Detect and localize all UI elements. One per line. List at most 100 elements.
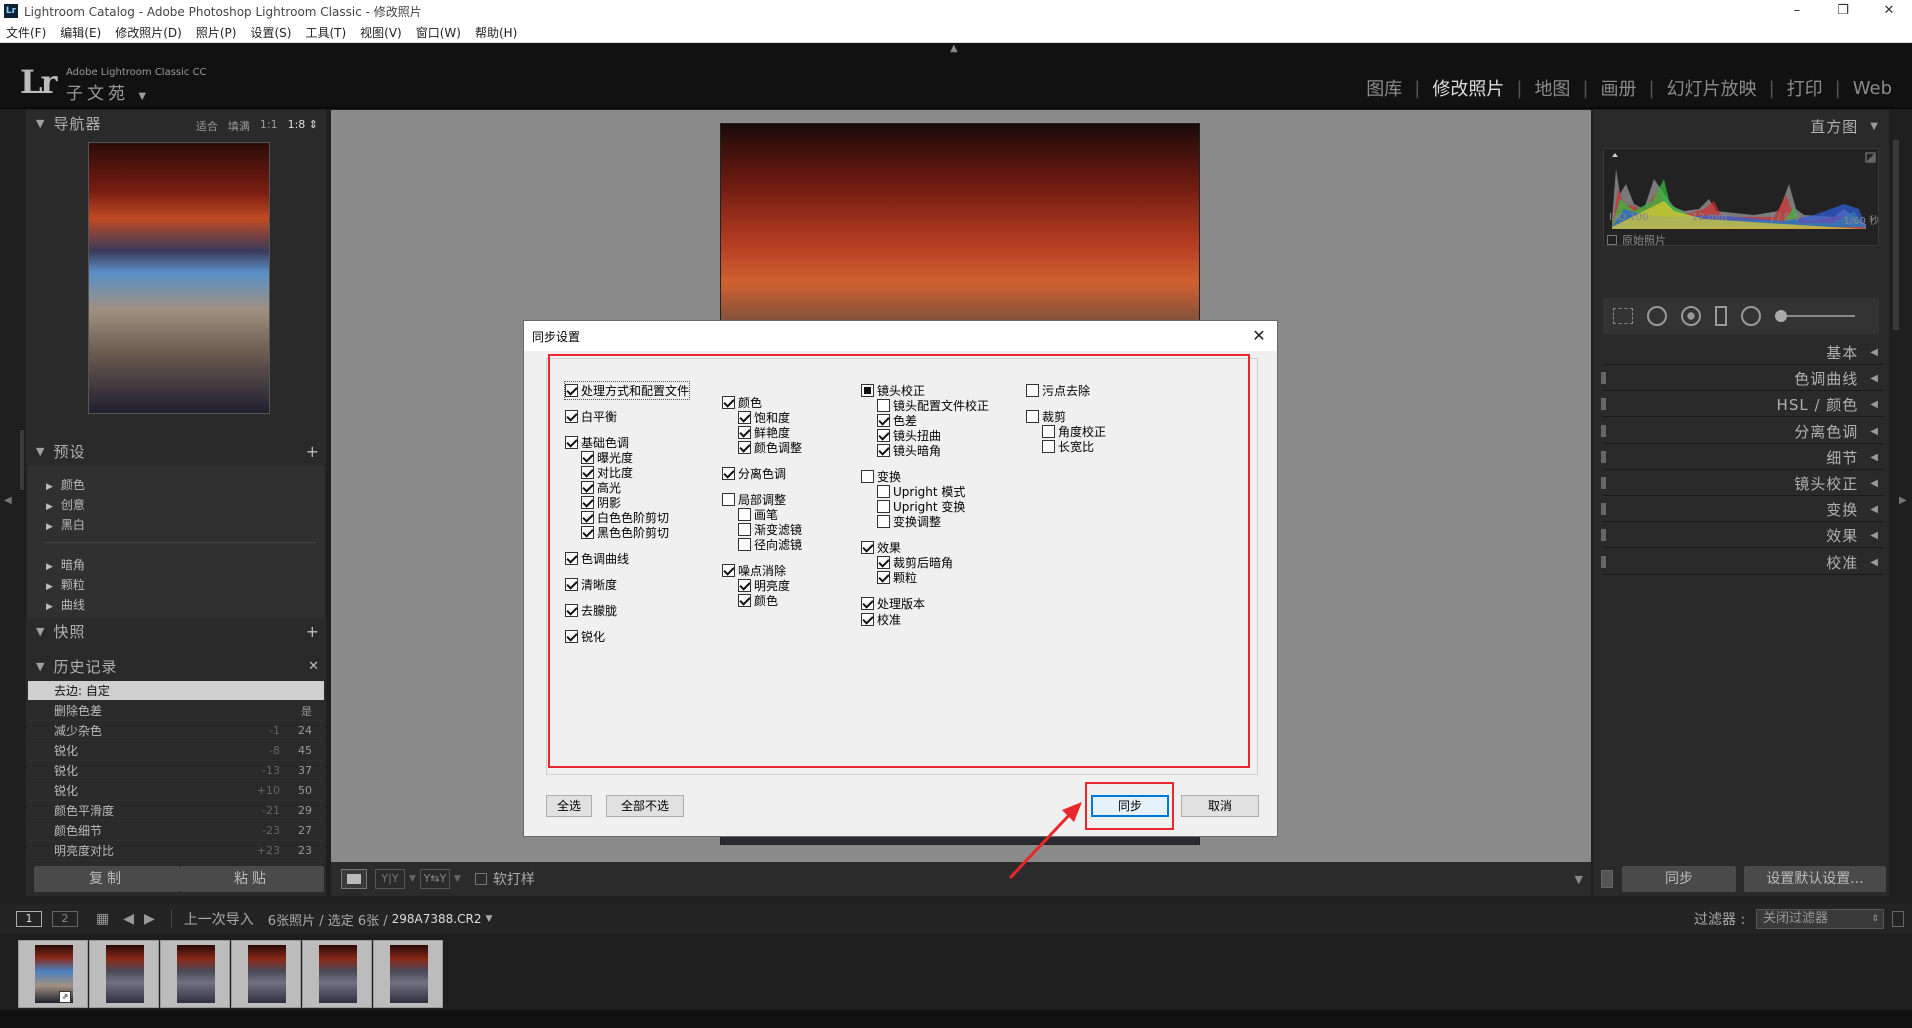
chevron-down-icon[interactable]: ▼	[485, 914, 492, 924]
menu-view[interactable]: 视图(V)	[360, 24, 402, 41]
secondary-window-tab[interactable]: 2	[52, 911, 78, 927]
filmstrip-thumbnail[interactable]	[302, 940, 372, 1008]
history-item[interactable]: 颜色平滑度 -21 29	[28, 801, 324, 821]
before-after-swap-icon[interactable]: Y⇆Y	[419, 869, 450, 889]
filmstrip-thumbnail[interactable]: ⇗	[18, 940, 88, 1008]
toolbar-menu-icon[interactable]: ▼	[1575, 873, 1583, 886]
panel-header-4[interactable]: 细节 ◀	[1826, 447, 1879, 468]
module-6[interactable]: Web	[1841, 78, 1904, 99]
panel-header-5[interactable]: 镜头校正 ◀	[1794, 473, 1879, 494]
panel-header-7[interactable]: 效果 ◀	[1826, 525, 1879, 546]
dialog-cancel-button[interactable]: 取消	[1181, 795, 1259, 817]
module-0[interactable]: 图库	[1354, 75, 1414, 101]
navigator-preview[interactable]	[88, 142, 270, 414]
menu-edit[interactable]: 编辑(E)	[60, 24, 101, 41]
crop-tool-icon[interactable]	[1613, 308, 1633, 324]
spot-removal-icon[interactable]	[1647, 306, 1667, 326]
select-all-button[interactable]: 全选	[546, 795, 592, 817]
zoom-fill[interactable]: 填满	[228, 118, 250, 134]
module-4[interactable]: 幻灯片放映	[1655, 75, 1769, 101]
panel-switch-icon[interactable]	[1601, 529, 1606, 542]
presets-header[interactable]: ▼ 预设 +	[26, 438, 326, 464]
history-item[interactable]: 删除色差是	[28, 701, 324, 721]
menu-photo[interactable]: 照片(P)	[196, 24, 237, 41]
loupe-view-icon[interactable]	[341, 869, 367, 889]
panel-switch-icon[interactable]	[1601, 450, 1606, 463]
zoom-fit[interactable]: 适合	[196, 118, 218, 134]
history-item[interactable]: 锐化 +10 50	[28, 781, 324, 801]
menu-file[interactable]: 文件(F)	[6, 24, 46, 41]
history-item[interactable]: 去边: 自定	[28, 681, 324, 701]
filter-lock-icon[interactable]	[1892, 911, 1904, 927]
dialog-close-icon[interactable]: ✕	[1247, 325, 1271, 347]
brush-slider[interactable]	[1775, 310, 1855, 322]
main-window-tab[interactable]: 1	[16, 911, 42, 927]
panel-switch-icon[interactable]	[1601, 424, 1606, 437]
source-label[interactable]: 上一次导入	[184, 909, 254, 929]
panel-switch-icon[interactable]	[1601, 398, 1606, 411]
left-panel-toggle-icon[interactable]: ◀	[4, 495, 12, 506]
sync-mode-switch-icon[interactable]	[1601, 870, 1613, 888]
panel-switch-icon[interactable]	[1601, 555, 1606, 568]
filmstrip-thumbnail[interactable]	[231, 940, 301, 1008]
preset-folder[interactable]: ▶ 创意	[46, 496, 85, 513]
menu-window[interactable]: 窗口(W)	[416, 24, 461, 41]
panel-switch-icon[interactable]	[1601, 372, 1606, 385]
restore-icon[interactable]: ❐	[1820, 0, 1866, 22]
panel-header-0[interactable]: 基本 ◀	[1826, 342, 1879, 363]
panel-header-8[interactable]: 校准 ◀	[1826, 552, 1879, 573]
radial-filter-icon[interactable]	[1741, 306, 1761, 326]
zoom-custom[interactable]: 1:8 ⇕	[288, 118, 318, 134]
snapshots-header[interactable]: ▼ 快照 +	[26, 618, 326, 644]
identity-plate-user[interactable]: 子文苑 ▼	[66, 79, 146, 104]
forward-arrow-icon[interactable]: ▶	[144, 911, 155, 927]
panel-header-6[interactable]: 变换 ◀	[1826, 499, 1879, 520]
sync-button[interactable]: 同步	[1622, 866, 1736, 892]
close-icon[interactable]: ✕	[1866, 0, 1912, 22]
graduated-filter-icon[interactable]	[1715, 306, 1727, 326]
add-snapshot-icon[interactable]: +	[306, 622, 320, 641]
filmstrip-thumbnail[interactable]	[373, 940, 443, 1008]
filmstrip-thumbnail[interactable]	[89, 940, 159, 1008]
paste-button[interactable]: 粘贴	[180, 866, 324, 892]
back-arrow-icon[interactable]: ◀	[123, 911, 134, 927]
menu-tools[interactable]: 工具(T)	[305, 24, 346, 41]
show-original-toggle[interactable]: 原始照片	[1607, 232, 1666, 248]
history-item[interactable]: 明亮度对比 +23 23	[28, 841, 324, 861]
filmstrip-thumbnail[interactable]	[160, 940, 230, 1008]
zoom-1-1[interactable]: 1:1	[260, 118, 278, 134]
preset-folder[interactable]: ▶ 黑白	[46, 516, 85, 533]
minimize-icon[interactable]: –	[1774, 0, 1820, 22]
chevron-down-icon[interactable]: ▼	[409, 874, 416, 884]
grid-view-icon[interactable]: ▦	[96, 911, 109, 927]
history-item[interactable]: 锐化 -8 45	[28, 741, 324, 761]
menu-develop[interactable]: 修改照片(D)	[115, 24, 182, 41]
select-none-button[interactable]: 全部不选	[606, 795, 684, 817]
panel-switch-icon[interactable]	[1601, 503, 1606, 516]
copy-button[interactable]: 复制	[34, 866, 180, 892]
filter-select[interactable]: 关闭过滤器 ⇕	[1756, 909, 1884, 929]
panel-header-2[interactable]: HSL / 颜色 ◀	[1777, 394, 1879, 415]
preset-folder[interactable]: ▶ 曲线	[46, 596, 85, 613]
histogram-header[interactable]: 直方图 ▼	[1810, 116, 1879, 137]
bottom-panel-toggle[interactable]	[0, 1010, 1912, 1028]
module-2[interactable]: 地图	[1522, 75, 1582, 101]
preset-folder[interactable]: ▶ 颜色	[46, 476, 85, 493]
panel-header-3[interactable]: 分离色调 ◀	[1794, 421, 1879, 442]
module-5[interactable]: 打印	[1775, 75, 1835, 101]
right-scrollbar[interactable]	[1893, 140, 1899, 330]
panel-header-1[interactable]: 色调曲线 ◀	[1794, 368, 1879, 389]
chevron-down-icon[interactable]: ▼	[454, 874, 461, 884]
set-defaults-button[interactable]: 设置默认设置...	[1744, 866, 1886, 892]
before-after-icon[interactable]: Y|Y	[375, 869, 405, 889]
preset-folder[interactable]: ▶ 暗角	[46, 556, 85, 573]
top-panel-toggle-icon[interactable]: ▲	[950, 43, 958, 54]
history-item[interactable]: 颜色细节 -23 27	[28, 821, 324, 841]
panel-switch-icon[interactable]	[1601, 477, 1606, 489]
preset-folder[interactable]: ▶ 颗粒	[46, 576, 85, 593]
left-scrollbar[interactable]	[20, 430, 24, 490]
history-header[interactable]: ▼ 历史记录 ✕	[26, 653, 326, 679]
module-3[interactable]: 画册	[1589, 75, 1649, 101]
clear-history-icon[interactable]: ✕	[308, 659, 320, 674]
menu-help[interactable]: 帮助(H)	[475, 24, 517, 41]
